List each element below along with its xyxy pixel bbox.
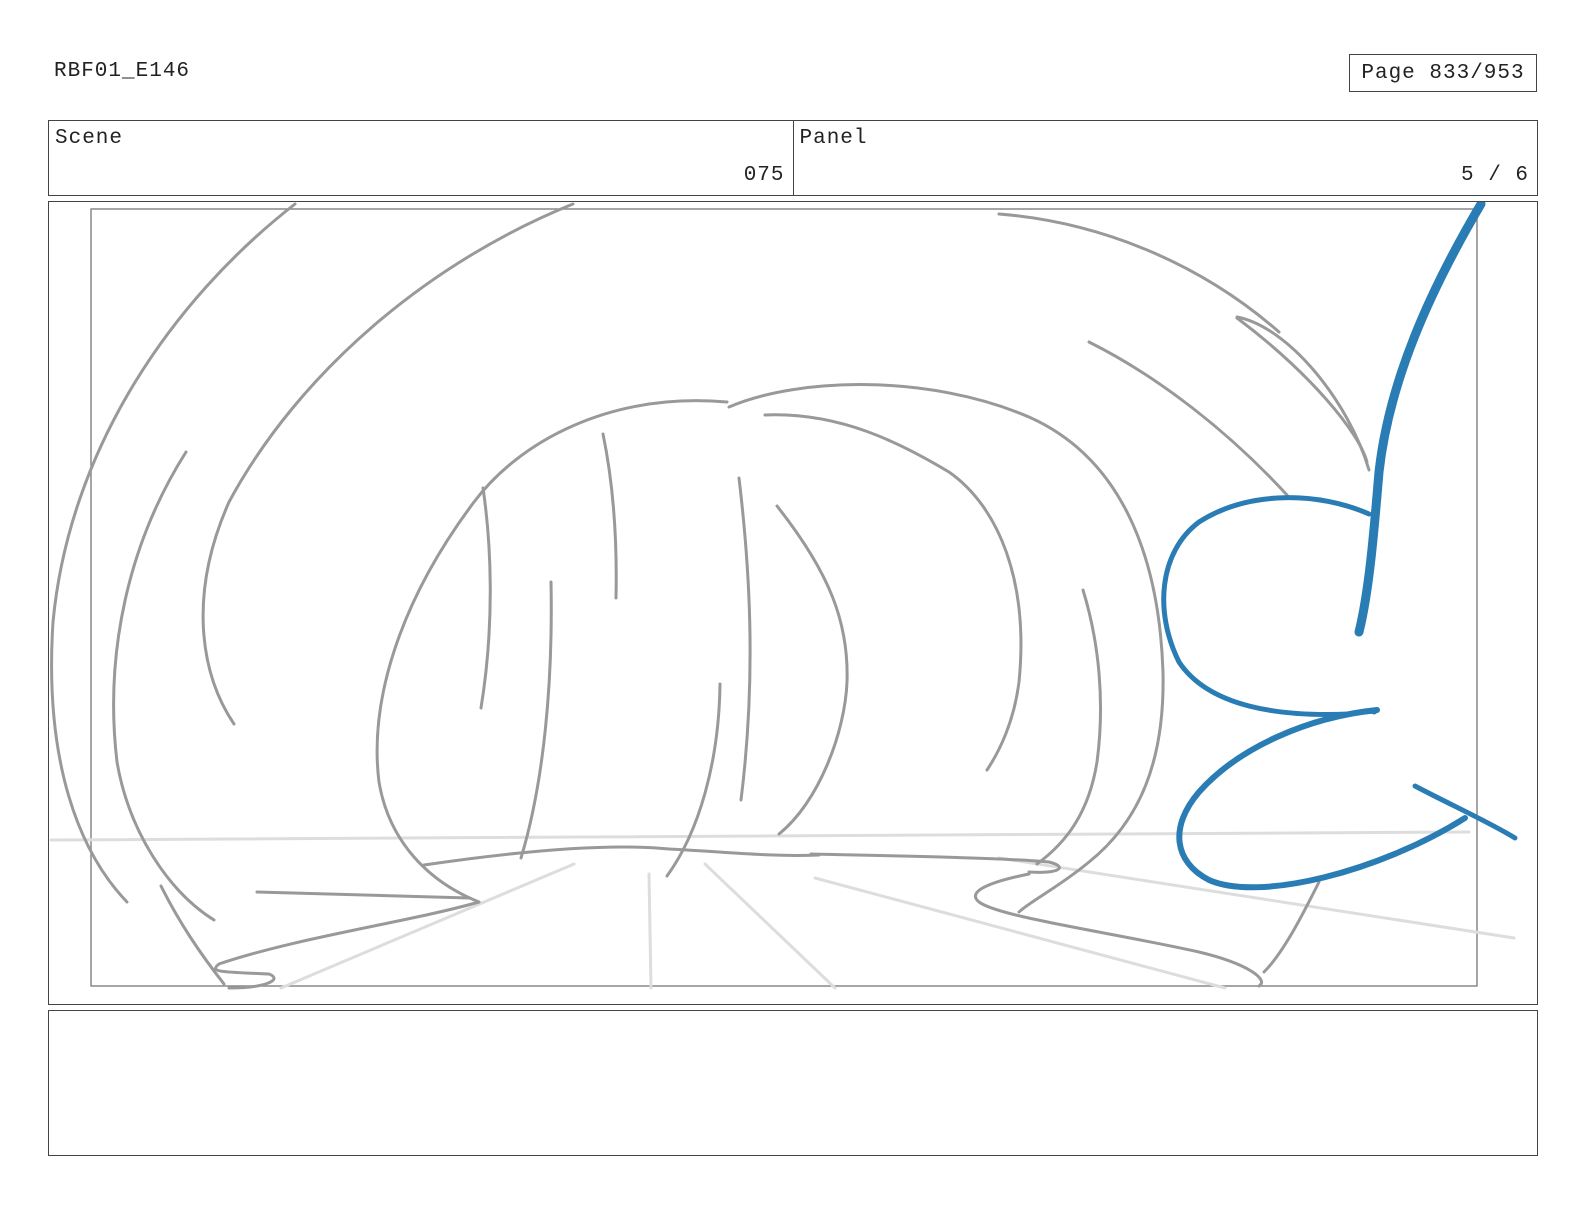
panel-number: 5 / 6	[1460, 164, 1529, 187]
scene-label: Scene	[55, 127, 124, 150]
safe-frame	[90, 208, 1478, 987]
scene-cell: Scene 075	[49, 121, 793, 195]
scene-panel-header: Scene 075 Panel 5 / 6	[48, 120, 1538, 196]
panel-cell: Panel 5 / 6	[792, 121, 1538, 195]
panel-label: Panel	[799, 127, 868, 150]
document-id: RBF01_E146	[54, 60, 191, 83]
character-sketch	[1161, 202, 1518, 891]
storyboard-sketch	[49, 202, 1518, 990]
page-counter: Page 833/953	[1349, 54, 1537, 92]
storyboard-panel	[48, 201, 1538, 1005]
scene-number: 075	[743, 164, 785, 187]
notes-box	[48, 1010, 1538, 1156]
